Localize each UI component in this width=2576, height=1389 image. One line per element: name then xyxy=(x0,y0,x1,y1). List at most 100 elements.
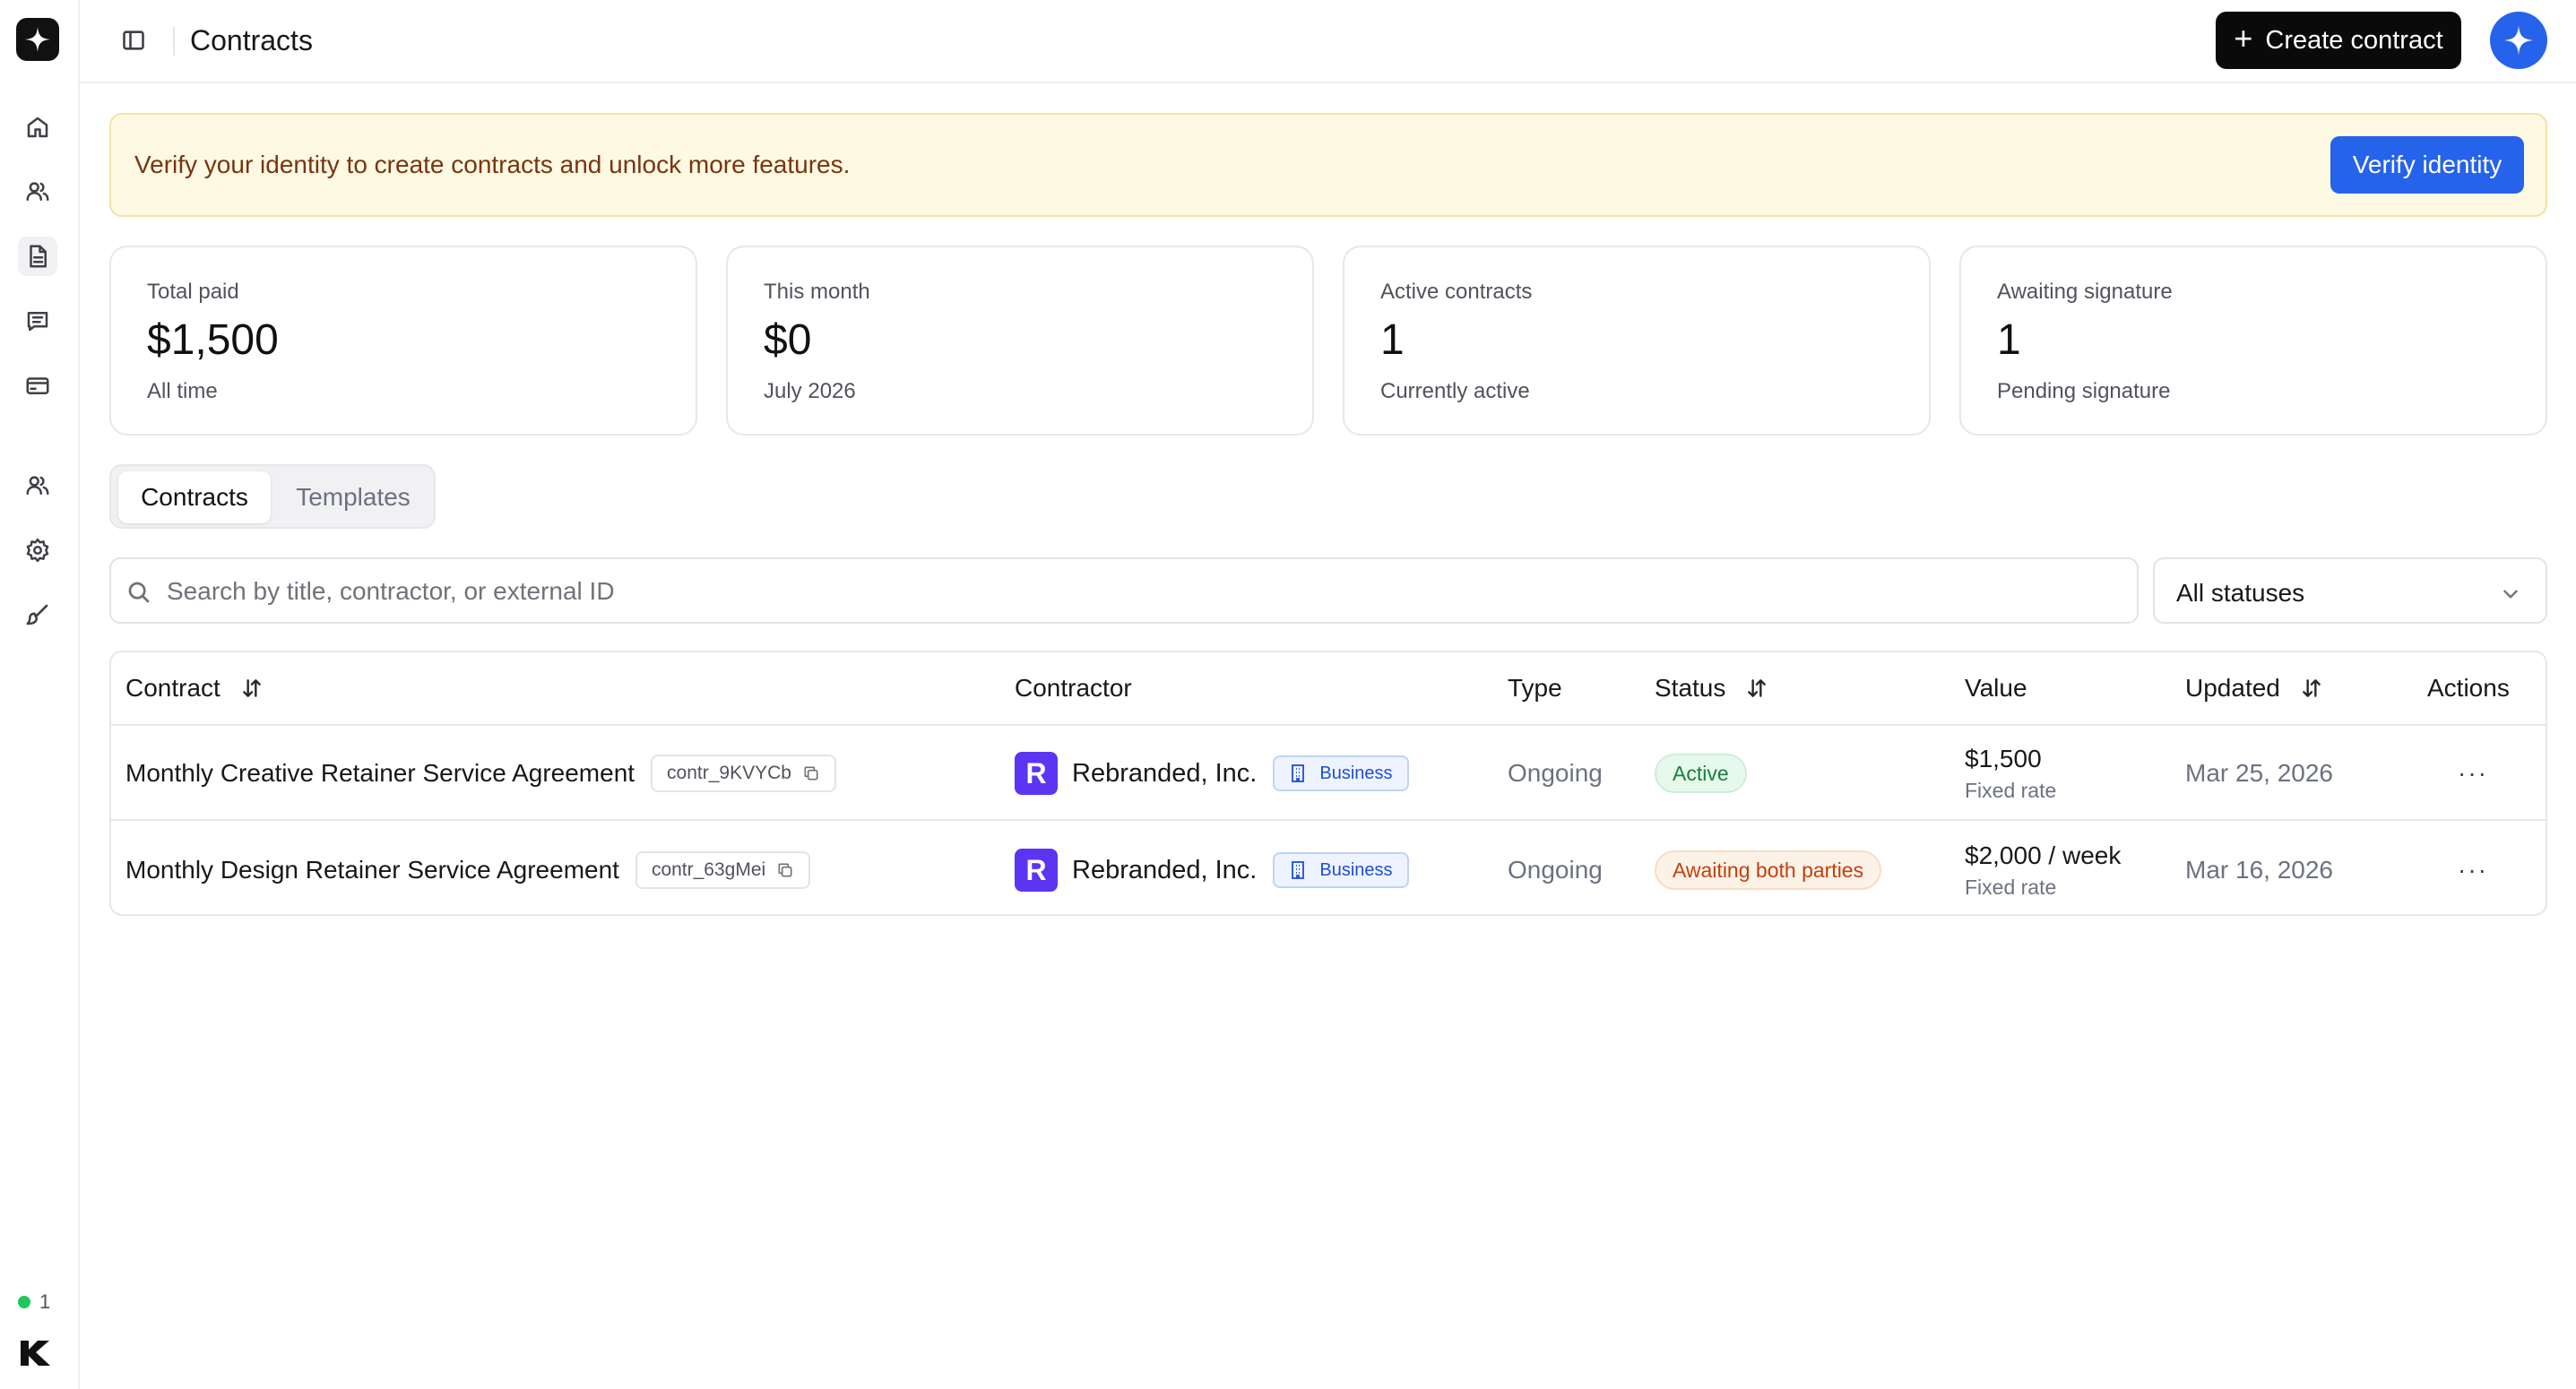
column-label: Contractor xyxy=(1015,674,1132,702)
stat-value: $1,500 xyxy=(147,316,279,364)
stat-label: Awaiting signature xyxy=(1997,280,2173,304)
user-avatar[interactable] xyxy=(2490,12,2547,69)
contractor-name[interactable]: Rebranded, Inc. xyxy=(1072,759,1257,789)
nav-branding[interactable] xyxy=(18,595,57,634)
column-header-status[interactable]: Status xyxy=(1655,674,1768,703)
plus-sparkle-icon xyxy=(2503,25,2534,56)
updated-date: Mar 16, 2026 xyxy=(2185,856,2333,884)
top-header: Contracts + Create contract xyxy=(80,0,2576,83)
contract-title[interactable]: Monthly Creative Retainer Service Agreem… xyxy=(125,759,635,788)
app-logo[interactable] xyxy=(16,18,59,61)
column-header-value: Value xyxy=(1965,674,2027,703)
credit-card-icon xyxy=(26,377,49,394)
column-label: Status xyxy=(1655,674,1726,702)
tab-templates[interactable]: Templates xyxy=(281,471,425,523)
team-icon xyxy=(26,476,49,495)
stat-subtext: July 2026 xyxy=(764,379,856,403)
row-actions-button[interactable]: ··· xyxy=(2451,726,2495,821)
plus-icon: + xyxy=(2234,20,2253,56)
updated-date: Mar 25, 2026 xyxy=(2185,759,2333,787)
table-row[interactable]: Monthly Design Retainer Service Agreemen… xyxy=(111,823,2546,914)
business-badge: Business xyxy=(1273,852,1409,888)
business-badge-label: Business xyxy=(1319,763,1393,783)
contract-title-cell: Monthly Design Retainer Service Agreemen… xyxy=(125,823,811,914)
stat-value: 1 xyxy=(1997,316,2021,364)
column-header-actions: Actions xyxy=(2427,674,2510,703)
column-label: Updated xyxy=(2185,674,2280,702)
status-filter-select[interactable]: All statuses xyxy=(2153,557,2547,624)
stat-card-total-paid: Total paid $1,500 All time xyxy=(109,246,697,436)
contractor-cell: R Rebranded, Inc. Business xyxy=(1015,726,1409,821)
contractor-cell: R Rebranded, Inc. Business xyxy=(1015,823,1409,914)
column-label: Value xyxy=(1965,674,2027,702)
banner-text: Verify your identity to create contracts… xyxy=(134,151,851,178)
nav-contracts[interactable] xyxy=(18,237,57,276)
page-title: Contracts xyxy=(190,24,313,56)
sort-icon xyxy=(2303,679,2321,697)
nav-payments[interactable] xyxy=(18,366,57,405)
create-contract-button[interactable]: + Create contract xyxy=(2216,12,2461,69)
sidebar-toggle-icon xyxy=(123,30,144,50)
column-label: Actions xyxy=(2427,674,2510,702)
contractor-name[interactable]: Rebranded, Inc. xyxy=(1072,856,1257,885)
search-input[interactable] xyxy=(167,570,2121,613)
status-badge: Active xyxy=(1655,754,1747,793)
status-badge: Awaiting both parties xyxy=(1655,850,1882,890)
status-cell: Active xyxy=(1655,726,1747,821)
stat-card-awaiting-signature: Awaiting signature 1 Pending signature xyxy=(1959,246,2547,436)
value-cell: $1,500 Fixed rate xyxy=(1965,726,2056,821)
table-row[interactable]: Monthly Creative Retainer Service Agreem… xyxy=(111,726,2546,821)
business-badge: Business xyxy=(1273,755,1409,791)
message-icon xyxy=(27,312,48,332)
stat-subtext: All time xyxy=(147,379,218,403)
column-header-updated[interactable]: Updated xyxy=(2185,674,2323,703)
search-box xyxy=(109,557,2139,624)
verify-identity-banner: Verify your identity to create contracts… xyxy=(109,113,2547,217)
status-filter-value: All statuses xyxy=(2176,579,2305,607)
tab-contracts[interactable]: Contracts xyxy=(118,471,271,523)
online-dot xyxy=(18,1296,30,1308)
rate-type: Fixed rate xyxy=(1965,778,2057,802)
contract-type: Ongoing xyxy=(1508,856,1603,884)
external-id-chip[interactable]: contr_9KVYCb xyxy=(651,755,836,792)
settings-icon xyxy=(26,538,49,563)
rate-type: Fixed rate xyxy=(1965,875,2057,899)
contracts-table: Contract Contractor Type Status Value Up… xyxy=(109,651,2547,916)
document-icon xyxy=(30,245,47,268)
stat-label: This month xyxy=(764,280,870,304)
sidebar-toggle[interactable] xyxy=(116,25,151,56)
column-header-contractor: Contractor xyxy=(1015,674,1132,703)
business-badge-label: Business xyxy=(1319,859,1393,880)
home-icon xyxy=(27,116,48,138)
external-id: contr_9KVYCb xyxy=(667,763,791,783)
stat-value: 1 xyxy=(1380,316,1405,364)
sort-icon xyxy=(1748,679,1767,697)
contract-amount: $1,500 xyxy=(1965,744,2042,772)
contracts-tabs: Contracts Templates xyxy=(109,464,436,529)
value-cell: $2,000 / week Fixed rate xyxy=(1965,823,2122,914)
sidebar: 1 xyxy=(0,0,80,1389)
create-contract-label: Create contract xyxy=(2265,25,2443,55)
column-header-contract[interactable]: Contract xyxy=(125,674,264,703)
brand-k-icon[interactable] xyxy=(18,1338,54,1368)
row-actions-button[interactable]: ··· xyxy=(2451,823,2495,914)
verify-identity-button[interactable]: Verify identity xyxy=(2330,136,2524,194)
nav-team[interactable] xyxy=(18,466,57,505)
nav-messages[interactable] xyxy=(18,301,57,341)
nav-home[interactable] xyxy=(18,108,57,147)
contract-title[interactable]: Monthly Design Retainer Service Agreemen… xyxy=(125,856,619,884)
contract-title-cell: Monthly Creative Retainer Service Agreem… xyxy=(125,726,836,821)
table-header: Contract Contractor Type Status Value Up… xyxy=(111,652,2546,726)
nav-settings[interactable] xyxy=(18,531,57,570)
online-count: 1 xyxy=(39,1290,51,1313)
brush-icon xyxy=(26,604,48,625)
contract-amount: $2,000 / week xyxy=(1965,841,2122,869)
external-id-chip[interactable]: contr_63gMei xyxy=(635,851,811,889)
header-divider xyxy=(173,27,175,56)
contractor-logo: R xyxy=(1015,752,1058,795)
stat-label: Active contracts xyxy=(1380,280,1533,304)
nav-people[interactable] xyxy=(18,172,57,211)
search-icon xyxy=(128,582,150,603)
sort-icon xyxy=(242,679,261,697)
copy-icon xyxy=(778,863,792,877)
